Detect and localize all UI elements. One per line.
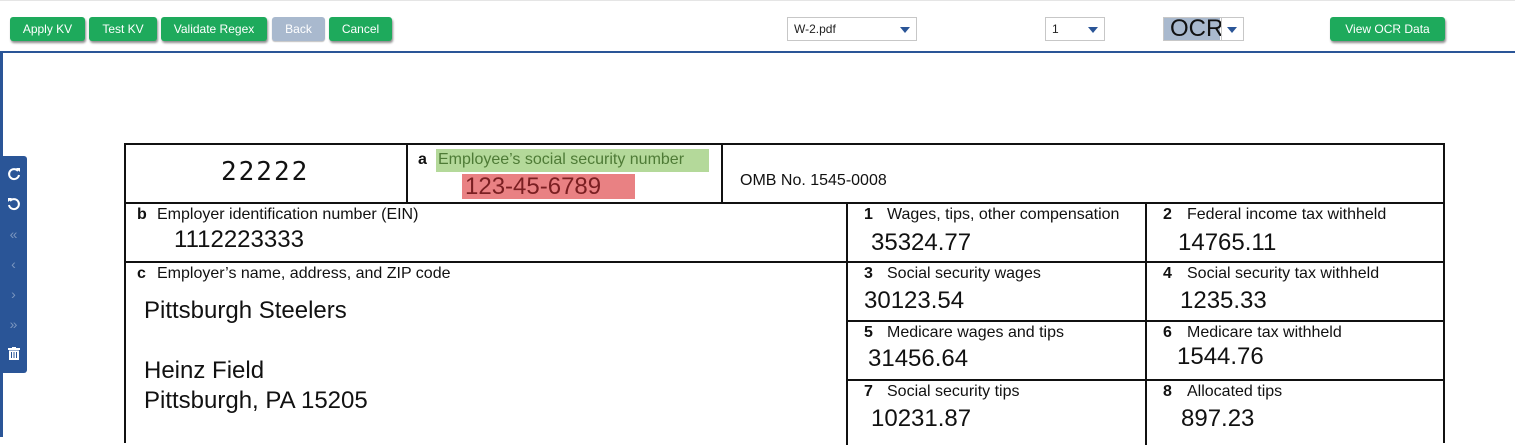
file-select-value: W-2.pdf xyxy=(794,22,836,36)
box-label: Allocated tips xyxy=(1187,383,1283,400)
page-select[interactable]: 1 xyxy=(1045,17,1105,41)
form-rule xyxy=(846,203,848,445)
chevron-down-icon xyxy=(1227,27,1237,33)
ssn-letter: a xyxy=(418,151,427,168)
ein-letter: b xyxy=(137,206,147,223)
box-value: 14765.11 xyxy=(1178,229,1277,256)
chevron-down-icon xyxy=(1088,27,1098,33)
box-number: 1 xyxy=(864,206,873,223)
box-value: 897.23 xyxy=(1181,405,1255,432)
toolbar: Apply KV Test KV Validate Regex Back Can… xyxy=(0,0,1515,53)
employer-address-line1: Heinz Field xyxy=(144,357,265,384)
chevron-down-icon xyxy=(900,27,910,33)
box-number: 2 xyxy=(1163,206,1172,223)
employer-name: Pittsburgh Steelers xyxy=(144,297,347,324)
form-rule xyxy=(1145,203,1147,445)
box-label: Wages, tips, other compensation xyxy=(887,206,1120,223)
box-number: 7 xyxy=(864,383,873,400)
box-value: 10231.87 xyxy=(871,405,972,432)
mode-select-value: OCR xyxy=(1164,17,1223,41)
box-label: Social security wages xyxy=(887,265,1041,282)
ein-value: 1112223333 xyxy=(174,226,304,253)
form-rule xyxy=(406,145,408,203)
box-number: 5 xyxy=(864,324,873,341)
page-select-value: 1 xyxy=(1052,22,1059,36)
cancel-button[interactable]: Cancel xyxy=(329,17,392,41)
box-number: 4 xyxy=(1163,265,1172,282)
form-rule xyxy=(126,261,1445,263)
mode-select[interactable]: OCR xyxy=(1163,17,1244,41)
box-number: 6 xyxy=(1163,324,1172,341)
rotate-clockwise-icon[interactable] xyxy=(0,163,27,185)
file-select[interactable]: W-2.pdf xyxy=(787,17,917,41)
ssn-label: Employee’s social security number xyxy=(438,151,685,168)
rotate-counterclockwise-icon[interactable] xyxy=(0,193,27,215)
form-rule xyxy=(126,202,1445,204)
form-rule xyxy=(721,145,723,203)
side-toolbar: « ‹ › » xyxy=(0,156,27,373)
box-label: Medicare wages and tips xyxy=(887,324,1064,341)
validate-regex-button[interactable]: Validate Regex xyxy=(161,17,267,41)
employer-letter: c xyxy=(137,265,146,282)
back-button[interactable]: Back xyxy=(272,17,325,41)
box-value: 35324.77 xyxy=(871,229,972,256)
box-label: Federal income tax withheld xyxy=(1187,206,1387,223)
box-value: 1544.76 xyxy=(1177,343,1264,370)
box-label: Social security tax withheld xyxy=(1187,265,1380,282)
box-number: 3 xyxy=(864,265,873,282)
next-page-icon[interactable]: › xyxy=(0,283,27,305)
control-number: 22222 xyxy=(221,157,310,187)
apply-kv-button[interactable]: Apply KV xyxy=(10,17,85,41)
last-page-icon[interactable]: » xyxy=(0,313,27,335)
employer-address-line2: Pittsburgh, PA 15205 xyxy=(144,387,368,414)
box-label: Social security tips xyxy=(887,383,1020,400)
box-value: 1235.33 xyxy=(1180,287,1267,314)
box-value: 31456.64 xyxy=(868,345,969,372)
trash-icon[interactable] xyxy=(0,343,27,365)
test-kv-button[interactable]: Test KV xyxy=(89,17,157,41)
box-number: 8 xyxy=(1163,383,1172,400)
select-divider xyxy=(1221,18,1222,40)
omb-number: OMB No. 1545-0008 xyxy=(740,172,887,189)
ssn-value: 123-45-6789 xyxy=(465,173,602,200)
box-label: Medicare tax withheld xyxy=(1187,324,1342,341)
first-page-icon[interactable]: « xyxy=(0,223,27,245)
view-ocr-data-button[interactable]: View OCR Data xyxy=(1330,17,1445,41)
ein-label: Employer identification number (EIN) xyxy=(157,206,419,223)
toolbar-divider xyxy=(0,51,1515,53)
w2-form: 22222 a Employee’s social security numbe… xyxy=(124,143,1445,445)
employer-label: Employer’s name, address, and ZIP code xyxy=(157,265,451,282)
box-value: 30123.54 xyxy=(864,287,965,314)
prev-page-icon[interactable]: ‹ xyxy=(0,253,27,275)
